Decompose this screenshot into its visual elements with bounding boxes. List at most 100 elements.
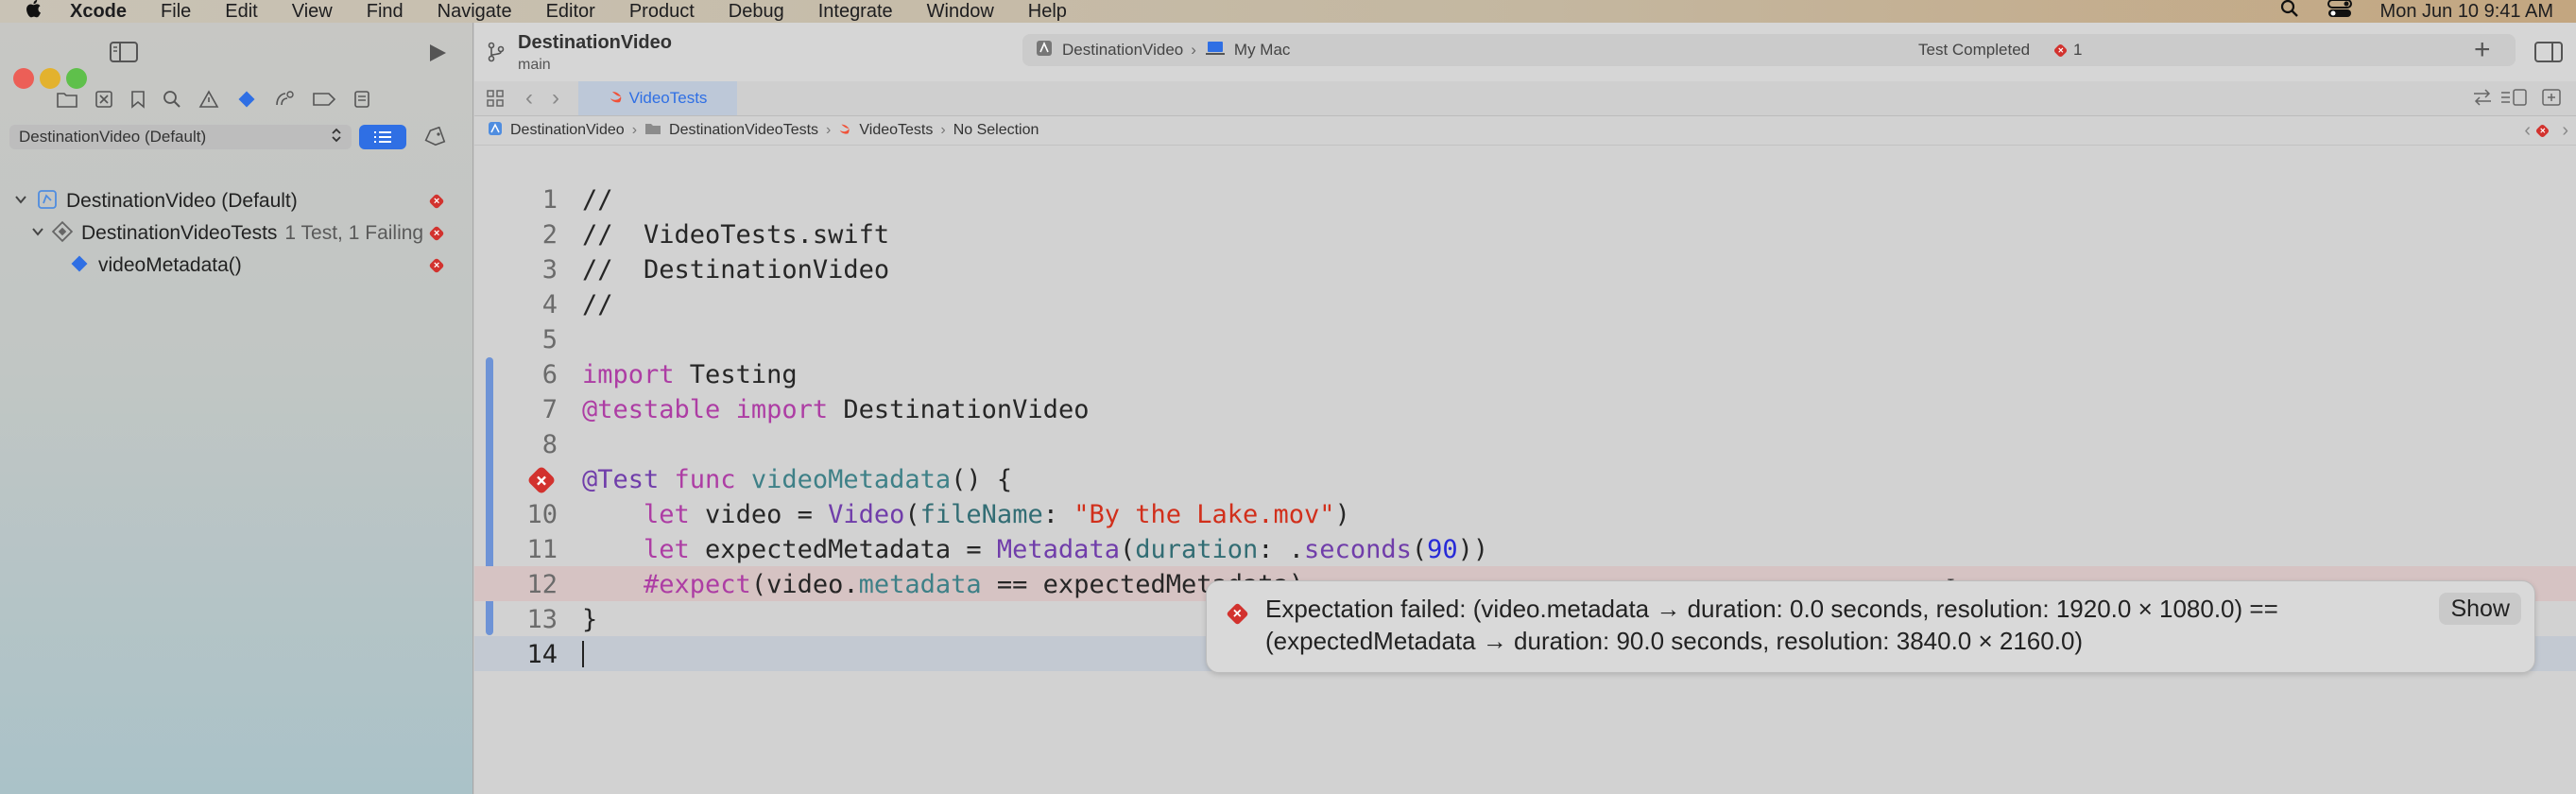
tree-label: DestinationVideoTests [81, 222, 278, 244]
spotlight-search-icon[interactable] [2280, 0, 2299, 24]
member-name: seconds [1304, 535, 1412, 564]
add-plus-icon[interactable]: + [2474, 36, 2491, 64]
error-icon: × [428, 225, 445, 242]
keyword: let [582, 500, 690, 529]
menu-window[interactable]: Window [927, 1, 994, 23]
code-text: @Test func videoMetadata() { [582, 465, 1012, 494]
grid-related-items-icon[interactable] [486, 89, 505, 112]
test-plan-icon [36, 188, 59, 216]
line-number: 14 [526, 640, 558, 669]
editor-options-icon[interactable] [2500, 89, 2527, 111]
menu-view[interactable]: View [292, 1, 333, 23]
code-line: 8 [474, 426, 2576, 461]
code-text: @testable import DestinationVideo [582, 395, 1089, 424]
minimize-window-button[interactable] [40, 68, 60, 89]
run-play-icon[interactable] [427, 43, 448, 63]
menu-bar: Xcode File Edit View Find Navigate Edito… [0, 0, 2576, 23]
line-number: 13 [526, 605, 558, 634]
code-text: // DestinationVideo [582, 255, 890, 285]
tree-row-destinationvideo-plan[interactable]: DestinationVideo (Default) × [13, 187, 463, 216]
swap-arrows-icon[interactable] [2472, 89, 2493, 111]
build-status-text: Test Completed [1918, 41, 2031, 59]
menu-debug[interactable]: Debug [729, 1, 784, 23]
nav-forward-chevron-icon[interactable]: › [552, 85, 559, 112]
test-failed-gutter-icon[interactable]: × [526, 465, 557, 495]
chevron-right-icon: › [631, 122, 638, 138]
disclosure-chevron-down-icon[interactable] [30, 225, 45, 243]
tree-row-destinationvideotests[interactable]: DestinationVideoTests 1 Test, 1 Failing … [30, 219, 463, 248]
project-app-icon [488, 121, 503, 141]
menu-editor[interactable]: Editor [546, 1, 595, 23]
attribute: @testable [582, 395, 721, 424]
next-issue-chevron-icon[interactable]: › [2562, 120, 2568, 142]
issue-count[interactable]: 1 [2073, 41, 2082, 60]
control-center-icon[interactable] [2327, 0, 2352, 24]
breakpoint-navigator-icon[interactable] [312, 92, 336, 107]
tree-row-videometadata[interactable]: videoMetadata() × [70, 251, 463, 280]
disclosure-chevron-down-icon[interactable] [13, 193, 28, 211]
inspector-toggle-icon[interactable] [2534, 42, 2563, 67]
breadcrumb-group[interactable]: DestinationVideoTests [669, 122, 818, 139]
add-editor-icon[interactable] [2542, 89, 2561, 111]
code-line: 3 // DestinationVideo [474, 251, 2576, 286]
code-line: 11 let expectedMetadata = Metadata(durat… [474, 531, 2576, 566]
menu-help[interactable]: Help [1028, 1, 1067, 23]
tab-videotests[interactable]: VideoTests [578, 81, 737, 115]
issue-error-icon[interactable]: × [2052, 43, 2069, 58]
apple-menu-icon[interactable] [25, 0, 43, 25]
nav-back-chevron-icon[interactable]: ‹ [525, 85, 533, 112]
test-navigator-diamond-icon[interactable] [236, 89, 257, 110]
breadcrumb-project[interactable]: DestinationVideo [510, 122, 625, 139]
sidebar-toggle-icon[interactable] [110, 42, 138, 62]
code-line: 4 // [474, 286, 2576, 321]
menu-navigate[interactable]: Navigate [438, 1, 512, 23]
report-navigator-icon[interactable] [353, 90, 370, 109]
previous-issue-chevron-icon[interactable]: ‹ [2524, 120, 2531, 142]
bookmark-navigator-icon[interactable] [130, 90, 146, 109]
code-text: #expect(video.metadata == expectedMetada… [582, 570, 1304, 599]
code-text: // [582, 185, 613, 215]
line-number: 3 [541, 255, 558, 285]
line-number: 7 [541, 395, 558, 424]
menu-file[interactable]: File [161, 1, 191, 23]
keyword: let [582, 535, 690, 564]
breadcrumb-selection[interactable]: No Selection [953, 122, 1039, 139]
issue-navigator-warning-icon[interactable] [198, 90, 219, 109]
source-editor[interactable]: 1 // 2 // VideoTests.swift 3 // Destinat… [474, 146, 2576, 794]
line-number: 4 [541, 290, 558, 319]
line-number: 8 [541, 430, 558, 459]
scheme-selector[interactable]: DestinationVideo [1062, 41, 1183, 60]
type-name: Video [828, 500, 905, 529]
tag-icon[interactable] [423, 127, 446, 147]
test-plan-filter-list-icon[interactable] [359, 125, 406, 149]
menu-find[interactable]: Find [367, 1, 404, 23]
breadcrumb-file[interactable]: VideoTests [859, 122, 933, 139]
menu-edit[interactable]: Edit [225, 1, 257, 23]
close-window-button[interactable] [13, 68, 34, 89]
expectation-failed-annotation[interactable]: × Expectation failed: (video.metadata → … [1206, 580, 2535, 673]
menu-product[interactable]: Product [629, 1, 695, 23]
scheme-select-value: DestinationVideo (Default) [19, 128, 207, 146]
error-icon: × [1226, 602, 1249, 626]
source-control-navigator-icon[interactable] [94, 90, 113, 109]
keyword: func [659, 465, 736, 494]
navigator-tab-bar [57, 87, 370, 112]
app-name-menu[interactable]: Xcode [70, 1, 127, 23]
debug-navigator-icon[interactable] [274, 90, 295, 109]
scheme-select[interactable]: DestinationVideo (Default) [9, 125, 352, 149]
macro-keyword: #expect [582, 570, 751, 599]
menu-integrate[interactable]: Integrate [818, 1, 893, 23]
menubar-clock[interactable]: Mon Jun 10 9:41 AM [2380, 1, 2553, 23]
code-text: let video = Video(fileName: "By the Lake… [582, 500, 1350, 529]
destination-selector[interactable]: My Mac [1234, 41, 1291, 60]
app-target-icon [1036, 40, 1053, 61]
project-navigator-folder-icon[interactable] [57, 91, 77, 108]
branch-name: main [518, 57, 551, 73]
branch-icon [488, 42, 505, 67]
code-token: expectedMetadata = [689, 535, 997, 564]
parameter-label: fileName [919, 500, 1043, 529]
zoom-window-button[interactable] [66, 68, 87, 89]
show-button[interactable]: Show [2439, 593, 2521, 625]
issue-error-icon[interactable]: × [2534, 123, 2550, 138]
find-navigator-search-icon[interactable] [163, 90, 181, 109]
